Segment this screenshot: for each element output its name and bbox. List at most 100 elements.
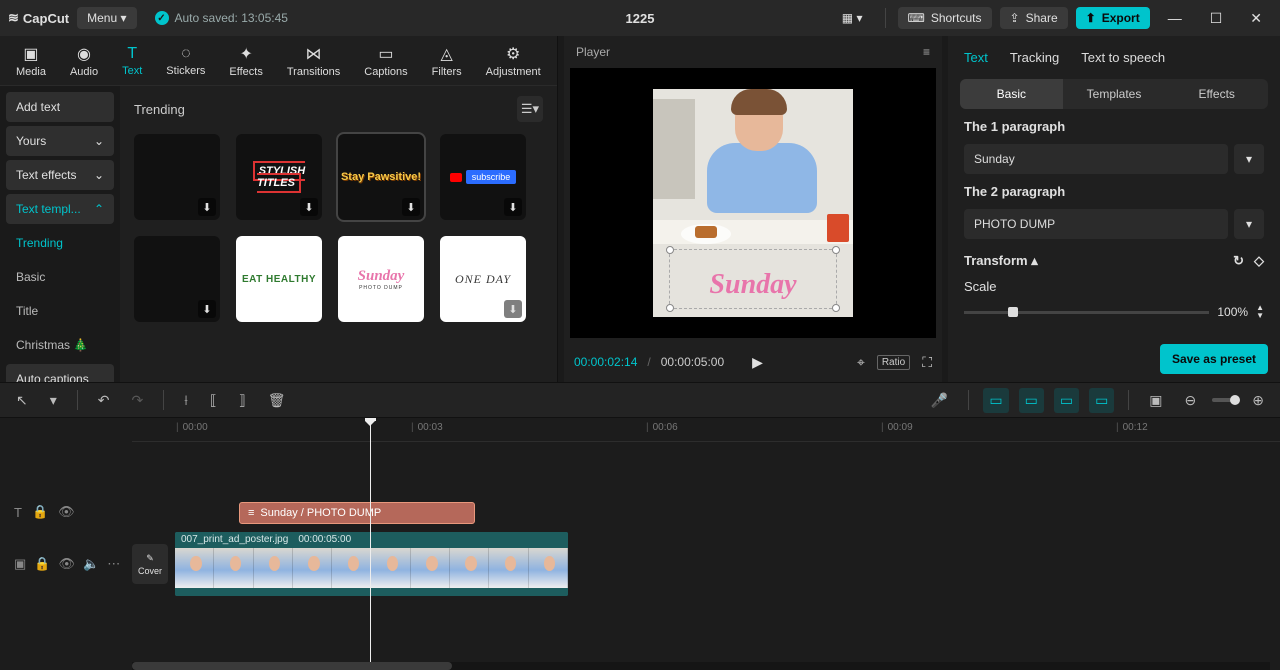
scale-stepper[interactable]: ▲▼ xyxy=(1256,304,1264,320)
time-ruler[interactable]: 00:00 00:03 00:06 00:09 00:12 xyxy=(132,418,1280,442)
text-effects-button[interactable]: Text effects⌄ xyxy=(6,160,114,190)
player-menu-icon[interactable]: ≡ xyxy=(923,45,930,59)
link-icon[interactable]: ▭ xyxy=(1019,388,1044,413)
media-icon: ▣ xyxy=(23,44,38,64)
export-button[interactable]: ⬆ Export xyxy=(1076,7,1150,29)
download-icon[interactable]: ⬇ xyxy=(402,198,420,216)
lock-icon[interactable]: 🔒 xyxy=(34,556,50,572)
ratio-button[interactable]: Ratio xyxy=(877,355,910,370)
menu-button[interactable]: Menu ▾ xyxy=(77,7,136,29)
visibility-icon[interactable]: 👁 xyxy=(58,504,75,520)
shortcuts-button[interactable]: ⌨ Shortcuts xyxy=(898,7,992,29)
handle-icon[interactable] xyxy=(666,304,674,312)
minimize-icon[interactable]: — xyxy=(1158,4,1192,32)
zoom-out-icon[interactable]: ⊖ xyxy=(1179,388,1203,413)
split-icon[interactable]: ⟊ xyxy=(178,388,194,413)
handle-icon[interactable] xyxy=(666,246,674,254)
reset-icon[interactable]: ↻ xyxy=(1233,253,1244,269)
tab-transitions[interactable]: ⋈Transitions xyxy=(275,40,352,82)
tab-adjustment[interactable]: ⚙Adjustment xyxy=(474,40,553,82)
preview-icon[interactable]: ▣ xyxy=(1143,388,1168,413)
mute-icon[interactable]: 🔈 xyxy=(83,556,99,572)
insp-tab-tts[interactable]: Text to speech xyxy=(1081,50,1165,65)
pointer-menu-icon[interactable]: ▾ xyxy=(44,388,63,413)
para1-dropdown[interactable]: ▾ xyxy=(1234,144,1264,174)
player-stage[interactable]: Sunday xyxy=(570,68,936,338)
delete-icon[interactable]: 🗑 xyxy=(262,388,292,413)
add-text-button[interactable]: Add text xyxy=(6,92,114,122)
auto-captions-button[interactable]: Auto captions xyxy=(6,364,114,382)
insp-tab-tracking[interactable]: Tracking xyxy=(1010,50,1059,65)
playhead[interactable] xyxy=(370,418,371,670)
template-item[interactable]: ONE DAY⬇ xyxy=(440,236,526,322)
pointer-icon[interactable]: ↖ xyxy=(10,388,34,413)
link-title[interactable]: Title xyxy=(6,296,114,326)
insp-sub-templates[interactable]: Templates xyxy=(1063,79,1166,109)
para2-input[interactable] xyxy=(964,209,1228,239)
handle-icon[interactable] xyxy=(832,246,840,254)
timeline-scrollbar[interactable] xyxy=(132,662,1270,670)
download-icon[interactable]: ⬇ xyxy=(198,300,216,318)
layout-icon[interactable]: ▦ ▾ xyxy=(832,7,873,29)
download-icon[interactable]: ⬇ xyxy=(300,198,318,216)
link-basic[interactable]: Basic xyxy=(6,262,114,292)
crop-icon[interactable]: ⌖ xyxy=(857,354,865,371)
insp-sub-basic[interactable]: Basic xyxy=(960,79,1063,109)
template-item[interactable]: ⬇ xyxy=(134,236,220,322)
lock-icon[interactable]: 🔒 xyxy=(32,504,48,520)
trim-left-icon[interactable]: ⟦ xyxy=(204,388,223,413)
template-item[interactable]: EAT HEALTHY xyxy=(236,236,322,322)
tab-captions[interactable]: ▭Captions xyxy=(352,40,419,82)
template-item[interactable]: subscribe⬇ xyxy=(440,134,526,220)
para1-input[interactable] xyxy=(964,144,1228,174)
video-clip[interactable]: 007_print_ad_poster.jpg 00:00:05:00 xyxy=(175,532,568,596)
snap-icon[interactable]: ▭ xyxy=(1054,388,1079,413)
share-button[interactable]: ⇪ Share xyxy=(1000,7,1068,29)
template-item[interactable]: Stay Pawsitive!⬇ xyxy=(338,134,424,220)
zoom-slider[interactable] xyxy=(1212,398,1236,402)
sort-button[interactable]: ☰▾ xyxy=(517,96,543,122)
mic-icon[interactable]: 🎤 xyxy=(925,388,954,413)
text-icon: T xyxy=(127,45,137,63)
transitions-icon: ⋈ xyxy=(306,44,322,64)
selection-box[interactable] xyxy=(669,249,837,309)
trim-right-icon[interactable]: ⟧ xyxy=(233,388,252,413)
template-item[interactable]: STYLISH TITLES⬇ xyxy=(236,134,322,220)
tab-media[interactable]: ▣Media xyxy=(4,40,58,82)
maximize-icon[interactable]: ☐ xyxy=(1200,4,1233,33)
fullscreen-icon[interactable]: ⛶ xyxy=(922,354,932,371)
download-icon[interactable]: ⬇ xyxy=(504,300,522,318)
keyframe-icon[interactable]: ◇ xyxy=(1254,253,1264,269)
link-trending[interactable]: Trending xyxy=(6,228,114,258)
link-christmas[interactable]: Christmas 🎄 xyxy=(6,330,114,360)
cover-button[interactable]: ✎ Cover xyxy=(132,544,168,584)
magnet-icon[interactable]: ▭ xyxy=(983,388,1008,413)
handle-icon[interactable] xyxy=(832,304,840,312)
insp-sub-effects[interactable]: Effects xyxy=(1165,79,1268,109)
download-icon[interactable]: ⬇ xyxy=(198,198,216,216)
yours-button[interactable]: Yours⌄ xyxy=(6,126,114,156)
tab-stickers[interactable]: ◌Stickers xyxy=(154,41,217,81)
tab-effects[interactable]: ✦Effects xyxy=(217,40,274,82)
text-clip[interactable]: ≡ Sunday / PHOTO DUMP xyxy=(239,502,475,524)
redo-icon[interactable]: ↷ xyxy=(126,388,150,413)
text-templates-button[interactable]: Text templ...⌃ xyxy=(6,194,114,224)
zoom-fit-icon[interactable]: ⊕ xyxy=(1246,388,1270,413)
save-preset-button[interactable]: Save as preset xyxy=(1160,344,1268,374)
visibility-icon[interactable]: 👁 xyxy=(58,556,75,572)
tab-text[interactable]: TText xyxy=(110,41,154,81)
more-icon[interactable]: ⋯ xyxy=(107,556,120,572)
template-item[interactable]: SundayPHOTO DUMP xyxy=(338,236,424,322)
tab-filters[interactable]: ◬Filters xyxy=(420,40,474,82)
download-icon[interactable]: ⬇ xyxy=(504,198,522,216)
close-icon[interactable]: ✕ xyxy=(1240,4,1272,33)
collapse-icon[interactable]: ▴ xyxy=(1031,253,1038,268)
play-button[interactable]: ▶ xyxy=(752,354,763,371)
para2-dropdown[interactable]: ▾ xyxy=(1234,209,1264,239)
undo-icon[interactable]: ↶ xyxy=(92,388,116,413)
align-icon[interactable]: ▭ xyxy=(1089,388,1114,413)
insp-tab-text[interactable]: Text xyxy=(964,50,988,65)
template-item[interactable]: ⬇ xyxy=(134,134,220,220)
scale-slider[interactable] xyxy=(964,311,1209,314)
tab-audio[interactable]: ◉Audio xyxy=(58,40,110,82)
